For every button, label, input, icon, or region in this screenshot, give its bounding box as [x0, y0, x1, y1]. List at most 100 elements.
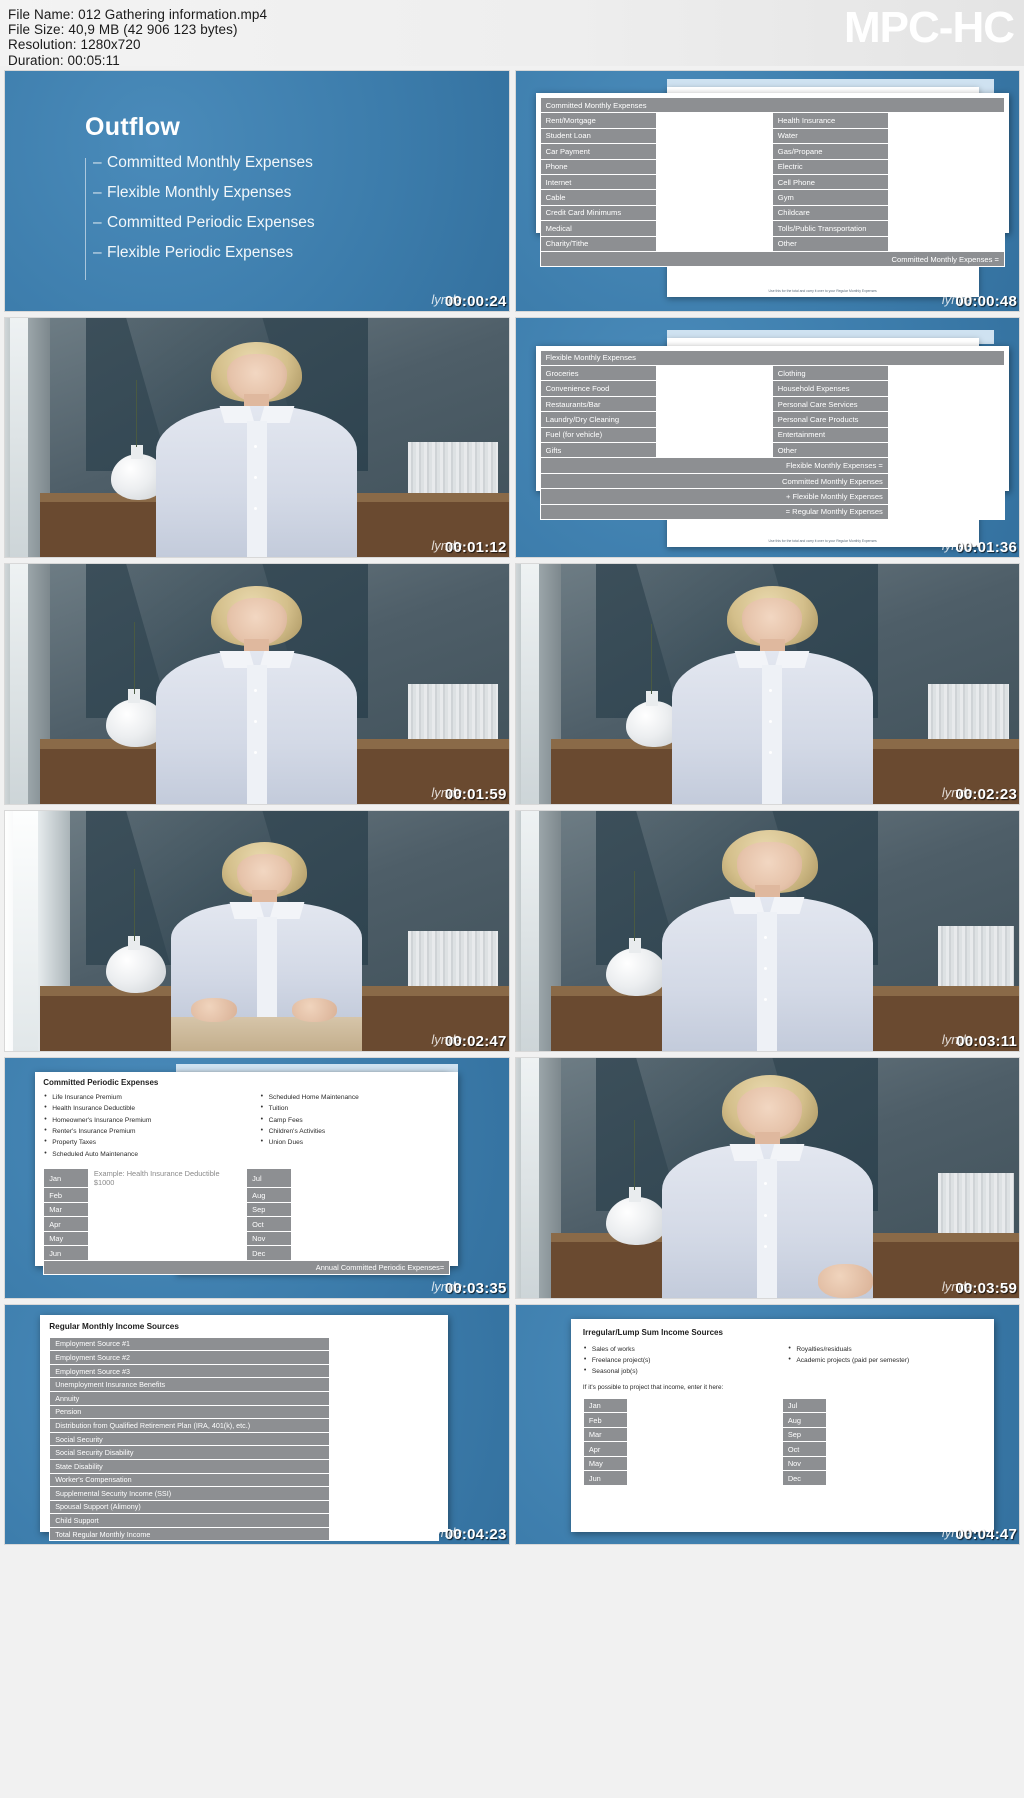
row-input[interactable]: [329, 1458, 440, 1474]
table-total-row: Flexible Monthly Expenses =: [539, 457, 1005, 474]
thumbnail-10[interactable]: lynda 00:03:59: [514, 1056, 1020, 1299]
row-input[interactable]: [655, 158, 773, 175]
row-input[interactable]: [655, 143, 773, 160]
row-input[interactable]: [655, 442, 773, 459]
total-input[interactable]: [887, 457, 1005, 474]
row-input[interactable]: [887, 158, 1005, 175]
plant-stem: [634, 1120, 636, 1190]
month-input[interactable]: [290, 1216, 451, 1232]
thumbnail-1[interactable]: Outflow Committed Monthly Expenses Flexi…: [4, 70, 510, 312]
table-row: Jan Example: Health Insurance Deductible…: [43, 1168, 451, 1189]
row-input[interactable]: [329, 1363, 440, 1379]
month-input[interactable]: Example: Health Insurance Deductible $10…: [87, 1168, 248, 1189]
month-input[interactable]: [626, 1470, 783, 1486]
total-input[interactable]: [329, 1526, 440, 1542]
row-input[interactable]: [655, 426, 773, 444]
month-input[interactable]: [290, 1168, 451, 1189]
row-input[interactable]: [887, 220, 1005, 237]
row-input[interactable]: [887, 411, 1005, 428]
row-input[interactable]: [655, 173, 773, 191]
row-input[interactable]: [887, 365, 1005, 382]
row-input[interactable]: [887, 173, 1005, 191]
total-input[interactable]: [887, 503, 1005, 521]
row-input[interactable]: [329, 1404, 440, 1420]
month-input[interactable]: [626, 1441, 783, 1457]
month-input[interactable]: [825, 1397, 982, 1414]
row-input[interactable]: [329, 1336, 440, 1352]
thumbnail-7[interactable]: lynda 00:02:47: [4, 810, 510, 1052]
thumbnail-9[interactable]: Committed Periodic Expenses Life Insuran…: [4, 1056, 510, 1299]
row-input[interactable]: [329, 1499, 440, 1515]
committed-monthly-worksheet: Committed Monthly Expenses Rent/Mortgage…: [535, 93, 1009, 268]
row-input[interactable]: [887, 426, 1005, 444]
month-input[interactable]: [825, 1426, 982, 1443]
row-input[interactable]: [887, 143, 1005, 160]
row-input[interactable]: [329, 1350, 440, 1365]
month-input[interactable]: [825, 1455, 982, 1472]
thumbnail-12[interactable]: Irregular/Lump Sum Income Sources Sales …: [514, 1303, 1020, 1546]
thumbnail-8[interactable]: lynda 00:03:11: [514, 810, 1020, 1052]
bullet-item: Tuition: [260, 1102, 451, 1114]
row-input[interactable]: [655, 235, 773, 252]
row-input[interactable]: [655, 189, 773, 206]
thumbnail-2[interactable]: Use this for the total and carry it over…: [514, 70, 1020, 312]
month-input[interactable]: [825, 1470, 982, 1486]
row-input[interactable]: [887, 235, 1005, 252]
thumbnail-6[interactable]: lynda 00:02:23: [514, 563, 1020, 806]
month-label: Oct: [246, 1216, 292, 1232]
month-input[interactable]: [825, 1441, 982, 1457]
bullets-left: Sales of works Freelance project(s) Seas…: [583, 1343, 777, 1378]
row-input[interactable]: [887, 127, 1005, 145]
total-input[interactable]: [887, 472, 1005, 490]
month-input[interactable]: [290, 1201, 451, 1218]
row-input[interactable]: [329, 1445, 440, 1460]
row-input[interactable]: [887, 395, 1005, 413]
vase-neck: [646, 691, 659, 706]
window-frame: [520, 811, 539, 1051]
row-input[interactable]: [655, 395, 773, 413]
row-input[interactable]: [655, 380, 773, 397]
month-input[interactable]: [87, 1216, 248, 1232]
row-input[interactable]: [329, 1390, 440, 1406]
row-input[interactable]: [329, 1472, 440, 1488]
month-input[interactable]: [87, 1187, 248, 1203]
presenter-hand-left: [191, 998, 237, 1023]
row-input[interactable]: [887, 442, 1005, 459]
row-input[interactable]: [887, 204, 1005, 222]
total-input[interactable]: [887, 488, 1005, 505]
month-input[interactable]: [626, 1412, 783, 1428]
month-input[interactable]: [626, 1397, 783, 1414]
month-input[interactable]: [87, 1230, 248, 1247]
thumbnail-5[interactable]: lynda 00:01:59: [4, 563, 510, 806]
timestamp-label: 00:02:23: [955, 786, 1017, 804]
month-input[interactable]: [825, 1412, 982, 1428]
row-input[interactable]: [887, 112, 1005, 129]
month-label: Apr: [582, 1441, 628, 1457]
row-input[interactable]: [655, 365, 773, 382]
row-input[interactable]: [329, 1418, 440, 1433]
row-input[interactable]: [329, 1377, 440, 1392]
month-input[interactable]: [626, 1426, 783, 1443]
row-label: Restaurants/Bar: [539, 395, 657, 413]
row-input[interactable]: [655, 127, 773, 145]
row-input[interactable]: [655, 112, 773, 129]
row-input[interactable]: [655, 204, 773, 222]
row-input[interactable]: [329, 1431, 440, 1447]
row-input[interactable]: [655, 411, 773, 428]
thumbnail-3[interactable]: lynda 00:01:12: [4, 316, 510, 559]
window-frame: [12, 811, 38, 1051]
month-label: Apr: [43, 1216, 89, 1232]
month-input[interactable]: [87, 1245, 248, 1261]
thumbnail-11[interactable]: Regular Monthly Income Sources Employmen…: [4, 1303, 510, 1546]
row-input[interactable]: [887, 189, 1005, 206]
month-input[interactable]: [290, 1245, 451, 1261]
month-input[interactable]: [290, 1187, 451, 1203]
row-input[interactable]: [329, 1486, 440, 1501]
row-input[interactable]: [329, 1513, 440, 1528]
month-input[interactable]: [290, 1230, 451, 1247]
row-input[interactable]: [887, 380, 1005, 397]
row-input[interactable]: [655, 220, 773, 237]
thumbnail-4[interactable]: Use this for the total and carry it over…: [514, 316, 1020, 559]
month-input[interactable]: [626, 1455, 783, 1472]
month-input[interactable]: [87, 1201, 248, 1218]
